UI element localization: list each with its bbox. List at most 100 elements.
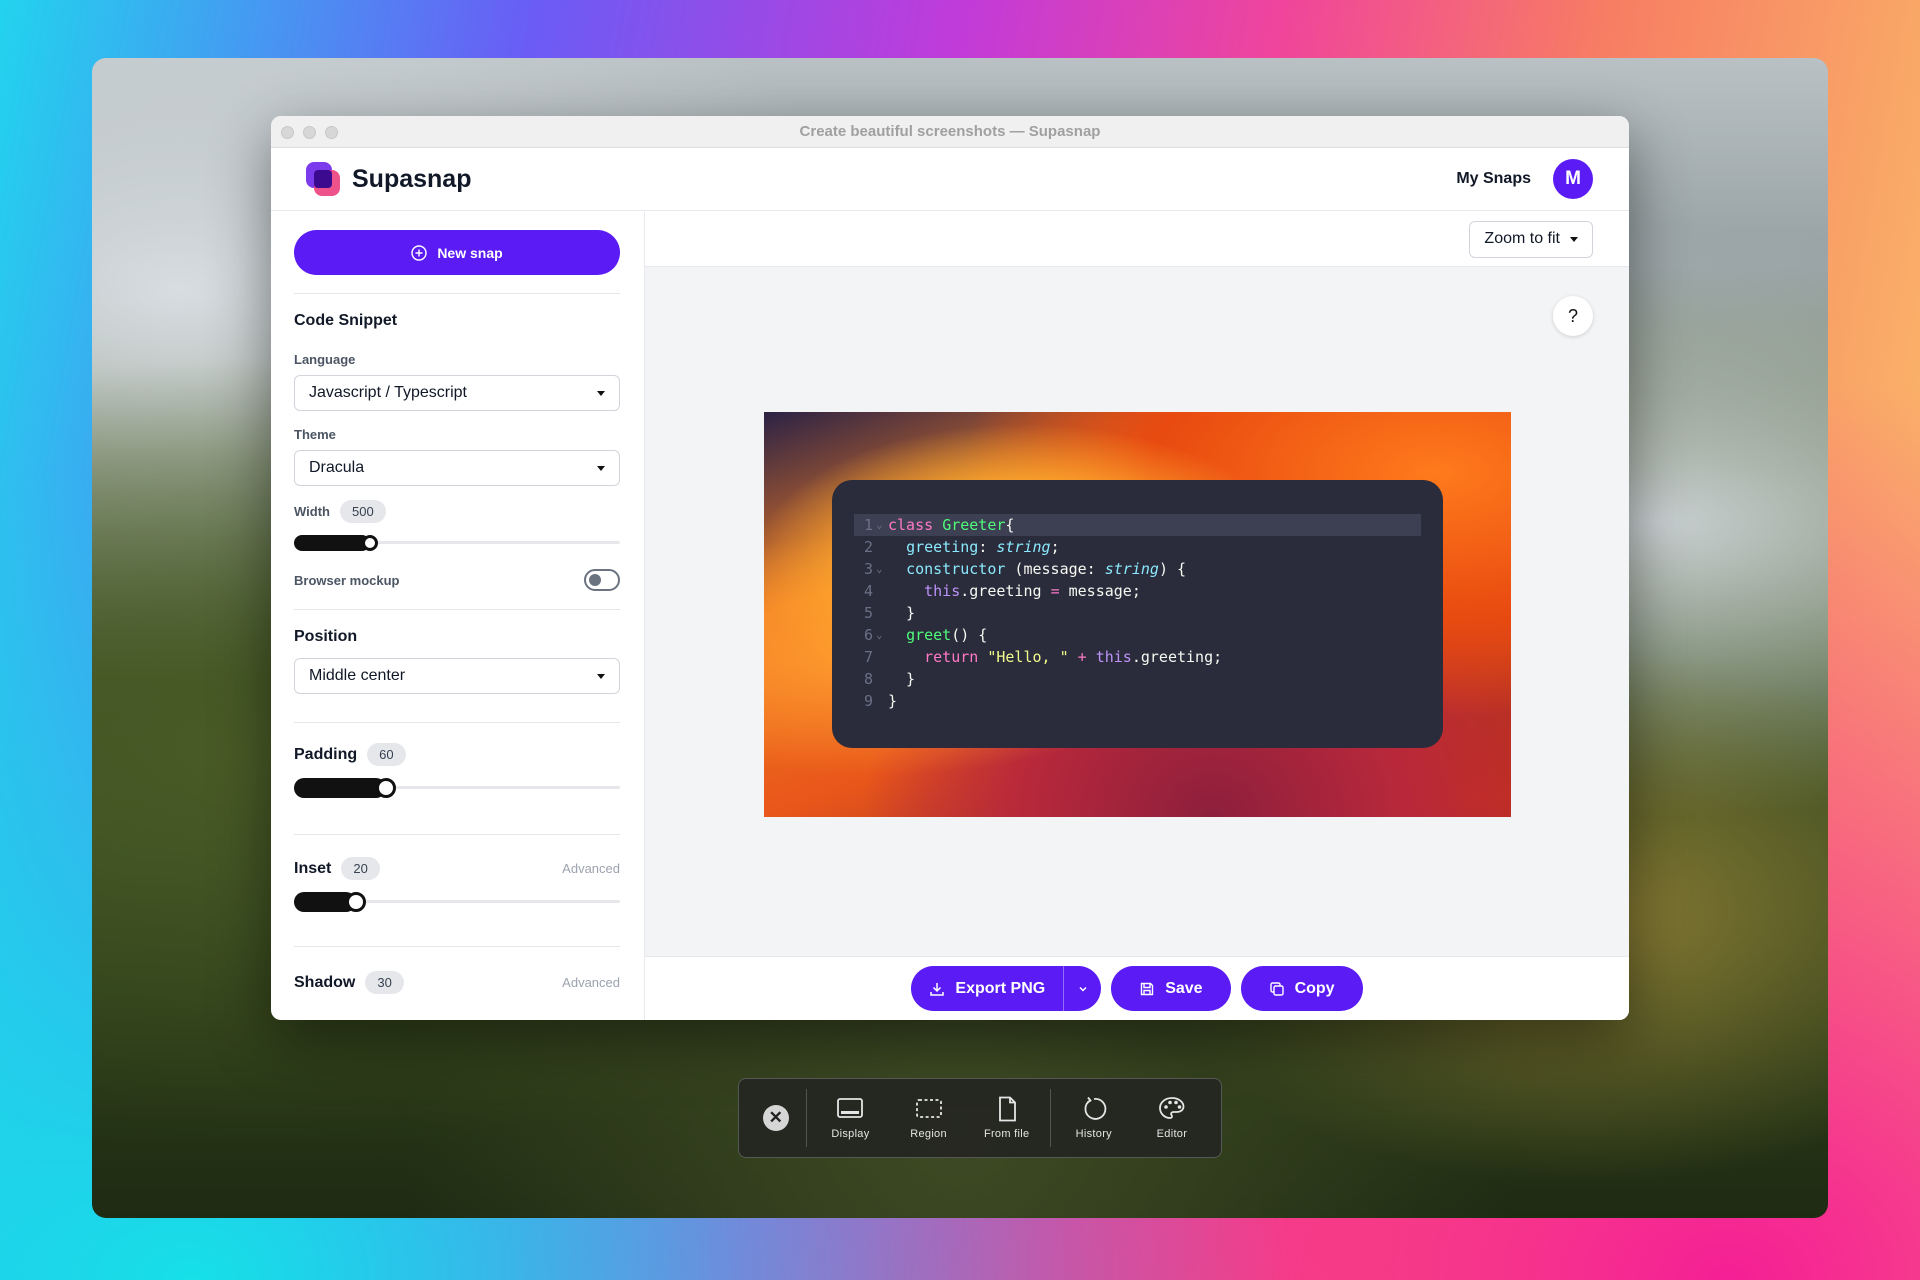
- from-file-label: From file: [983, 1128, 1030, 1140]
- divider: [294, 293, 620, 294]
- region-capture-button[interactable]: Region: [890, 1096, 968, 1140]
- brand[interactable]: Supasnap: [306, 162, 471, 196]
- close-toolbar-button[interactable]: ✕: [749, 1105, 802, 1131]
- line-number: 3 ⌄: [864, 558, 883, 580]
- window-title: Create beautiful screenshots — Supasnap: [799, 123, 1101, 140]
- code-line: 7 return "Hello, " + this .greeting;: [854, 646, 1421, 668]
- caret-down-icon: [597, 673, 605, 679]
- code-token: this: [924, 582, 961, 600]
- action-bar: Export PNG Save Copy: [645, 956, 1629, 1020]
- inset-value-badge: 20: [341, 857, 380, 880]
- fold-chevron-icon[interactable]: ⌄: [876, 624, 883, 646]
- theme-select[interactable]: Dracula: [294, 450, 620, 486]
- code-token: string: [996, 538, 1051, 556]
- position-select[interactable]: Middle center: [294, 658, 620, 694]
- avatar[interactable]: M: [1553, 159, 1593, 199]
- width-slider[interactable]: [294, 535, 620, 551]
- shadow-value-badge: 30: [365, 971, 404, 994]
- help-button[interactable]: ?: [1553, 296, 1593, 336]
- app-header: Supasnap My Snaps M: [271, 148, 1629, 211]
- inset-advanced-link[interactable]: Advanced: [562, 861, 620, 876]
- export-options-toggle[interactable]: [1063, 966, 1101, 1011]
- width-slider-handle[interactable]: [362, 535, 378, 551]
- code-token: ) {: [1158, 560, 1187, 578]
- display-label: Display: [831, 1128, 870, 1140]
- divider: [294, 722, 620, 723]
- line-number: 4: [864, 582, 874, 600]
- chevron-down-icon: [1079, 986, 1087, 992]
- preview-toolbar: Zoom to fit: [645, 212, 1629, 267]
- region-icon: [915, 1099, 942, 1118]
- export-png-label: Export PNG: [955, 979, 1046, 997]
- settings-sidebar: New snap Code Snippet Language Javascrip…: [271, 212, 645, 1020]
- copy-button[interactable]: Copy: [1240, 966, 1363, 1011]
- code-line: 8 }: [854, 668, 1421, 690]
- divider: [1049, 1089, 1051, 1147]
- code-line: 9}: [854, 690, 1421, 712]
- shadow-title: Shadow: [294, 973, 356, 991]
- my-snaps-link[interactable]: My Snaps: [1456, 170, 1531, 188]
- code-token: constructor: [906, 560, 1006, 578]
- palette-icon: [1159, 1097, 1185, 1119]
- code-token: =: [1050, 582, 1060, 600]
- from-file-button[interactable]: From file: [968, 1096, 1046, 1140]
- traffic-lights: [281, 126, 338, 139]
- save-button[interactable]: Save: [1111, 966, 1231, 1011]
- code-token: message;: [1059, 582, 1141, 600]
- code-line: 3 ⌄ constructor (message: string) {: [854, 558, 1421, 580]
- browser-mockup-label: Browser mockup: [294, 572, 400, 588]
- code-token: }: [888, 604, 916, 622]
- app-window: Create beautiful screenshots — Supasnap …: [271, 116, 1629, 1020]
- export-png-button[interactable]: Export PNG: [911, 966, 1102, 1011]
- caret-down-icon: [1570, 236, 1578, 242]
- inset-slider[interactable]: [294, 892, 620, 912]
- editor-button[interactable]: Editor: [1133, 1096, 1211, 1140]
- padding-value-badge: 60: [367, 743, 406, 766]
- save-icon: [1141, 982, 1154, 995]
- save-label: Save: [1165, 979, 1203, 997]
- line-number: 8: [864, 670, 874, 688]
- code-token: :: [978, 538, 997, 556]
- padding-slider[interactable]: [294, 778, 620, 798]
- padding-slider-handle[interactable]: [376, 778, 396, 798]
- supasnap-logo-icon: [306, 162, 340, 196]
- editor-label: Editor: [1156, 1128, 1188, 1140]
- fold-chevron-icon[interactable]: ⌄: [876, 558, 883, 580]
- code-token: .greeting;: [1131, 648, 1223, 666]
- code-token: this: [1095, 648, 1132, 666]
- new-snap-button[interactable]: New snap: [294, 230, 620, 275]
- code-token: (message:: [1005, 560, 1105, 578]
- close-icon: ✕: [762, 1105, 789, 1131]
- line-number: 2: [864, 538, 874, 556]
- code-window: 1 ⌄ class Greeter{2 greeting: string; 3 ⌄ co…: [832, 480, 1443, 748]
- padding-title: Padding: [294, 745, 358, 763]
- code-token: }: [888, 670, 916, 688]
- code-token: ;: [1050, 538, 1060, 556]
- region-label: Region: [910, 1128, 947, 1140]
- zoom-window-button[interactable]: [325, 126, 338, 139]
- language-select[interactable]: Javascript / Typescript: [294, 375, 620, 411]
- inset-title: Inset: [294, 859, 332, 877]
- line-number: 6 ⌄: [864, 624, 883, 646]
- close-window-button[interactable]: [281, 126, 294, 139]
- new-snap-label: New snap: [437, 244, 503, 261]
- preview-area: Zoom to fit ? 1 ⌄ class Greeter{2 greeting…: [645, 212, 1629, 1020]
- fold-chevron-icon[interactable]: ⌄: [876, 514, 883, 536]
- zoom-select[interactable]: Zoom to fit: [1469, 220, 1593, 258]
- theme-value: Dracula: [309, 459, 365, 476]
- code-token: Greeter: [942, 516, 1006, 534]
- shadow-advanced-link[interactable]: Advanced: [562, 975, 620, 990]
- browser-mockup-toggle[interactable]: [584, 569, 620, 591]
- caret-down-icon: [597, 465, 605, 471]
- file-icon: [998, 1096, 1016, 1122]
- minimize-window-button[interactable]: [303, 126, 316, 139]
- width-label: Width: [294, 504, 330, 519]
- display-capture-button[interactable]: Display: [811, 1096, 889, 1140]
- inset-slider-handle[interactable]: [346, 892, 366, 912]
- theme-label: Theme: [294, 427, 336, 442]
- history-button[interactable]: History: [1055, 1096, 1133, 1140]
- code-token: {: [1005, 516, 1015, 534]
